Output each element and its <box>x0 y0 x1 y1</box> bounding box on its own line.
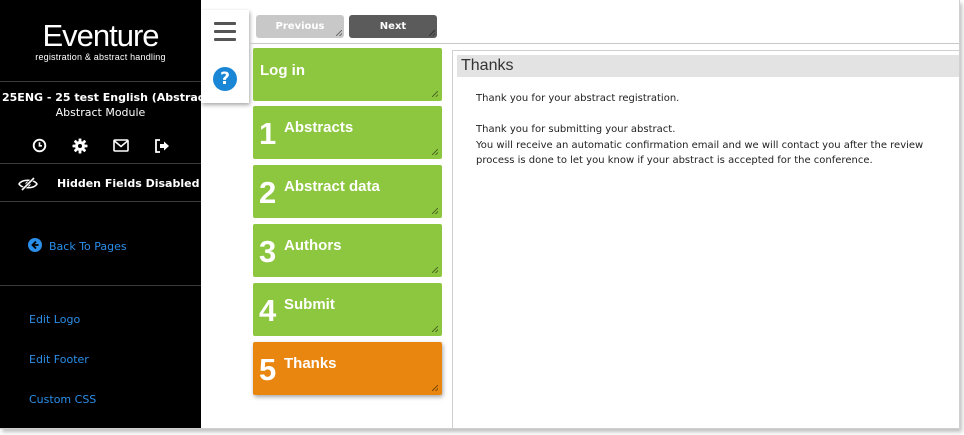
content-body: Thank you for your abstract registration… <box>476 91 956 169</box>
previous-button-label: Previous <box>275 21 325 32</box>
step-abstract-data[interactable]: 2 Abstract data <box>253 165 442 218</box>
step-number: 1 <box>259 116 277 151</box>
step-number: 3 <box>259 234 277 269</box>
hamburger-menu-icon[interactable] <box>214 22 236 42</box>
step-number: 5 <box>259 352 277 387</box>
sidebar-icon-bar <box>0 128 201 164</box>
resize-grip-icon <box>432 326 438 332</box>
resize-grip-icon <box>432 267 438 273</box>
logo-tagline: registration & abstract handling <box>35 52 166 62</box>
app-window: Eventure registration & abstract handlin… <box>0 0 960 429</box>
step-abstracts[interactable]: 1 Abstracts <box>253 106 442 159</box>
step-authors[interactable]: 3 Authors <box>253 224 442 277</box>
event-module: Abstract Module <box>55 106 146 119</box>
step-label: Submit <box>284 296 335 313</box>
confirmation-info-text: You will receive an automatic confirmati… <box>476 139 924 167</box>
step-thanks[interactable]: 5 Thanks <box>253 342 442 395</box>
back-to-pages-label: Back To Pages <box>49 240 127 253</box>
sidebar: Eventure registration & abstract handlin… <box>0 0 201 428</box>
hidden-fields-label: Hidden Fields Disabled <box>57 177 200 190</box>
step-submit[interactable]: 4 Submit <box>253 283 442 336</box>
submission-thanks-line: Thank you for submitting your abstract. <box>476 124 676 135</box>
arrow-left-circle-icon <box>28 237 42 256</box>
resize-grip-icon <box>432 149 438 155</box>
step-label: Authors <box>284 237 342 254</box>
resize-grip-icon <box>432 91 438 97</box>
eye-slash-icon <box>18 176 38 195</box>
event-title: 25ENG - 25 test English (Abstracts... <box>2 91 201 104</box>
logout-icon[interactable] <box>152 136 172 156</box>
clock-icon[interactable] <box>29 136 49 156</box>
resize-grip-icon <box>429 30 435 36</box>
resize-grip-icon <box>432 208 438 214</box>
edit-footer-link[interactable]: Edit Footer <box>29 353 89 366</box>
submission-thanks-text: Thank you for submitting your abstract. … <box>476 122 956 169</box>
help-icon[interactable]: ? <box>213 67 237 91</box>
event-info: 25ENG - 25 test English (Abstracts... Ab… <box>0 90 201 121</box>
custom-css-link[interactable]: Custom CSS <box>29 393 96 406</box>
step-label: Abstract data <box>284 178 380 195</box>
step-navigation: Previous Next <box>250 10 959 44</box>
step-label: Abstracts <box>284 119 354 136</box>
next-button-label: Next <box>379 21 407 32</box>
previous-button[interactable]: Previous <box>256 15 344 38</box>
envelope-icon[interactable] <box>111 136 131 156</box>
resize-grip-icon <box>336 30 342 36</box>
hidden-fields-toggle[interactable]: Hidden Fields Disabled <box>0 164 201 202</box>
logo: Eventure registration & abstract handlin… <box>0 0 201 82</box>
logo-name: Eventure <box>42 18 159 53</box>
back-to-pages-link[interactable]: Back To Pages <box>28 237 127 256</box>
step-number: 4 <box>259 293 277 328</box>
step-label: Thanks <box>284 355 337 372</box>
step-label: Log in <box>260 62 305 79</box>
menu-box: ? <box>201 10 249 103</box>
next-button[interactable]: Next <box>349 15 437 38</box>
gear-icon[interactable] <box>70 136 90 156</box>
step-log-in[interactable]: Log in <box>253 48 442 101</box>
step-number: 2 <box>259 175 277 210</box>
divider <box>0 285 201 286</box>
content-panel: Thanks Thank you for your abstract regis… <box>452 50 959 428</box>
resize-grip-icon <box>432 385 438 391</box>
edit-logo-link[interactable]: Edit Logo <box>29 313 80 326</box>
page-title: Thanks <box>457 55 959 77</box>
registration-thanks-text: Thank you for your abstract registration… <box>476 93 680 104</box>
